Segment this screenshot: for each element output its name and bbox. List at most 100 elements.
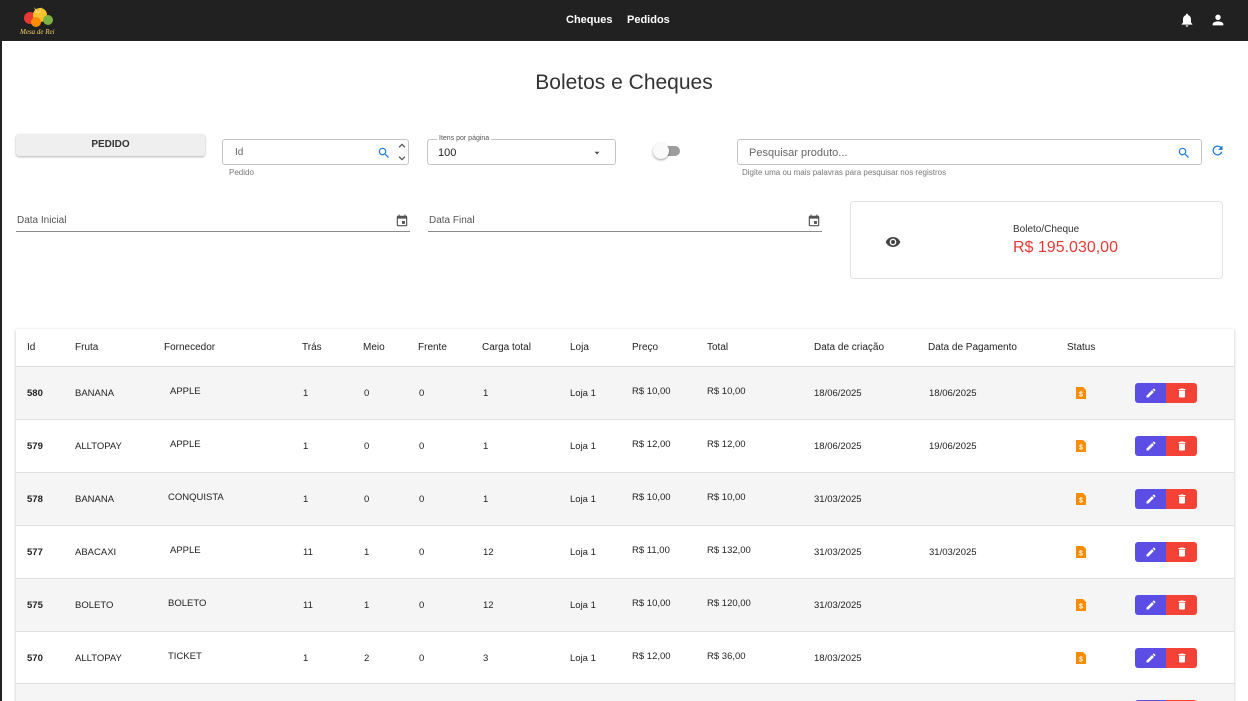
pencil-icon: [1146, 653, 1156, 663]
edit-button[interactable]: [1135, 489, 1166, 509]
date-end-label: Data Final: [429, 215, 475, 226]
date-start-field[interactable]: Data Inicial: [16, 210, 410, 232]
payment-status-icon[interactable]: $: [1075, 439, 1087, 453]
svg-text:$: $: [1079, 445, 1083, 452]
payment-status-icon[interactable]: $: [1075, 386, 1087, 400]
row-id: 577: [27, 547, 43, 558]
col-header-meio[interactable]: Meio: [363, 342, 385, 353]
row-actions: [1135, 542, 1197, 562]
pedido-button[interactable]: PEDIDO: [16, 134, 205, 156]
row-actions: [1135, 383, 1197, 403]
row-actions: [1135, 489, 1197, 509]
payment-status-icon[interactable]: $: [1075, 492, 1087, 506]
search-icon[interactable]: [377, 146, 391, 160]
col-header-total[interactable]: Total: [707, 342, 728, 353]
col-header-loja[interactable]: Loja: [570, 342, 589, 353]
logo-text: Mesa de Rei: [20, 28, 55, 36]
pencil-icon: [1146, 600, 1156, 610]
col-header-data-criacao[interactable]: Data de criação: [814, 342, 884, 353]
row-meio: 0: [364, 441, 370, 452]
row-fornecedor: TICKET: [168, 651, 202, 662]
items-per-page-select[interactable]: 100: [427, 139, 616, 165]
id-placeholder: Id: [235, 147, 244, 158]
id-input[interactable]: Id: [222, 139, 409, 165]
row-meio: 0: [364, 388, 370, 399]
table-row-partial: [16, 683, 1234, 701]
col-header-tras[interactable]: Trás: [302, 342, 322, 353]
col-header-data-pagamento[interactable]: Data de Pagamento: [928, 342, 1017, 353]
row-actions: [1135, 648, 1197, 668]
row-preco: R$ 12,00: [632, 439, 671, 450]
row-preco: R$ 10,00: [632, 598, 671, 609]
row-fornecedor: BOLETO: [168, 598, 207, 609]
delete-button[interactable]: [1166, 383, 1197, 403]
calendar-icon[interactable]: [395, 214, 409, 228]
row-carga-total: 1: [483, 388, 489, 399]
delete-button[interactable]: [1166, 595, 1197, 615]
edit-button[interactable]: [1135, 595, 1166, 615]
col-header-fruta[interactable]: Fruta: [75, 342, 98, 353]
payment-status-icon[interactable]: $: [1075, 598, 1087, 612]
delete-button[interactable]: [1166, 542, 1197, 562]
edit-button[interactable]: [1135, 436, 1166, 456]
edit-button[interactable]: [1135, 648, 1166, 668]
items-per-page-label: Itens por página: [437, 135, 492, 142]
payment-status-icon[interactable]: $: [1075, 651, 1087, 665]
row-frente: 0: [419, 388, 425, 399]
trash-icon: [1178, 653, 1185, 663]
search-icon[interactable]: [1177, 146, 1191, 160]
col-header-frente[interactable]: Frente: [418, 342, 447, 353]
chevron-down-icon[interactable]: [397, 153, 407, 163]
col-header-id[interactable]: Id: [27, 342, 35, 353]
col-header-status[interactable]: Status: [1067, 342, 1095, 353]
row-loja: Loja 1: [570, 388, 596, 399]
table-row: 579 ALLTOPAY APPLE 1 0 0 1 Loja 1 R$ 12,00 R$ 12,…: [16, 419, 1234, 472]
row-preco: R$ 12,00: [632, 651, 671, 662]
row-frente: 0: [419, 600, 425, 611]
col-header-carga-total[interactable]: Carga total: [482, 342, 531, 353]
row-data-criacao: 18/06/2025: [814, 441, 862, 452]
delete-button[interactable]: [1166, 436, 1197, 456]
col-header-preco[interactable]: Preço: [632, 342, 658, 353]
edit-button[interactable]: [1135, 383, 1166, 403]
edit-button[interactable]: [1135, 542, 1166, 562]
row-meio: 0: [364, 494, 370, 505]
chevron-up-icon[interactable]: [397, 141, 407, 151]
refresh-icon[interactable]: [1210, 143, 1225, 158]
row-meio: 1: [364, 547, 370, 558]
search-product-placeholder: Pesquisar produto...: [749, 147, 848, 159]
top-bar: Mesa de Rei Cheques Pedidos: [0, 0, 1248, 41]
row-tras: 1: [303, 388, 309, 399]
row-meio: 1: [364, 600, 370, 611]
search-product-input[interactable]: Pesquisar produto...: [737, 139, 1202, 165]
row-fornecedor: APPLE: [170, 439, 201, 450]
nav-pedidos[interactable]: Pedidos: [627, 14, 670, 26]
row-fruta: ABACAXI: [75, 547, 117, 558]
nav-cheques[interactable]: Cheques: [566, 14, 612, 26]
delete-button[interactable]: [1166, 489, 1197, 509]
account-icon[interactable]: [1210, 12, 1226, 28]
row-total: R$ 12,00: [707, 439, 746, 450]
row-fruta: ALLTOPAY: [75, 653, 122, 664]
eye-icon[interactable]: [885, 234, 901, 250]
toggle-switch[interactable]: [653, 143, 669, 159]
left-border: [0, 41, 2, 701]
row-carga-total: 1: [483, 441, 489, 452]
calendar-icon[interactable]: [807, 214, 821, 228]
svg-text:$: $: [1079, 551, 1083, 558]
svg-text:$: $: [1079, 498, 1083, 505]
row-preco: R$ 10,00: [632, 386, 671, 397]
row-frente: 0: [419, 441, 425, 452]
row-fruta: BANANA: [75, 388, 115, 399]
row-tras: 11: [303, 547, 313, 558]
trash-icon: [1178, 600, 1185, 610]
row-id: 578: [27, 494, 43, 505]
data-table: Id Fruta Fornecedor Trás Meio Frente Car…: [16, 329, 1234, 701]
col-header-fornecedor[interactable]: Fornecedor: [164, 342, 215, 353]
date-end-field[interactable]: Data Final: [428, 210, 822, 232]
row-tras: 1: [303, 494, 309, 505]
bell-icon[interactable]: [1179, 12, 1195, 28]
delete-button[interactable]: [1166, 648, 1197, 668]
payment-status-icon[interactable]: $: [1075, 545, 1087, 559]
row-data-criacao: 31/03/2025: [814, 494, 862, 505]
